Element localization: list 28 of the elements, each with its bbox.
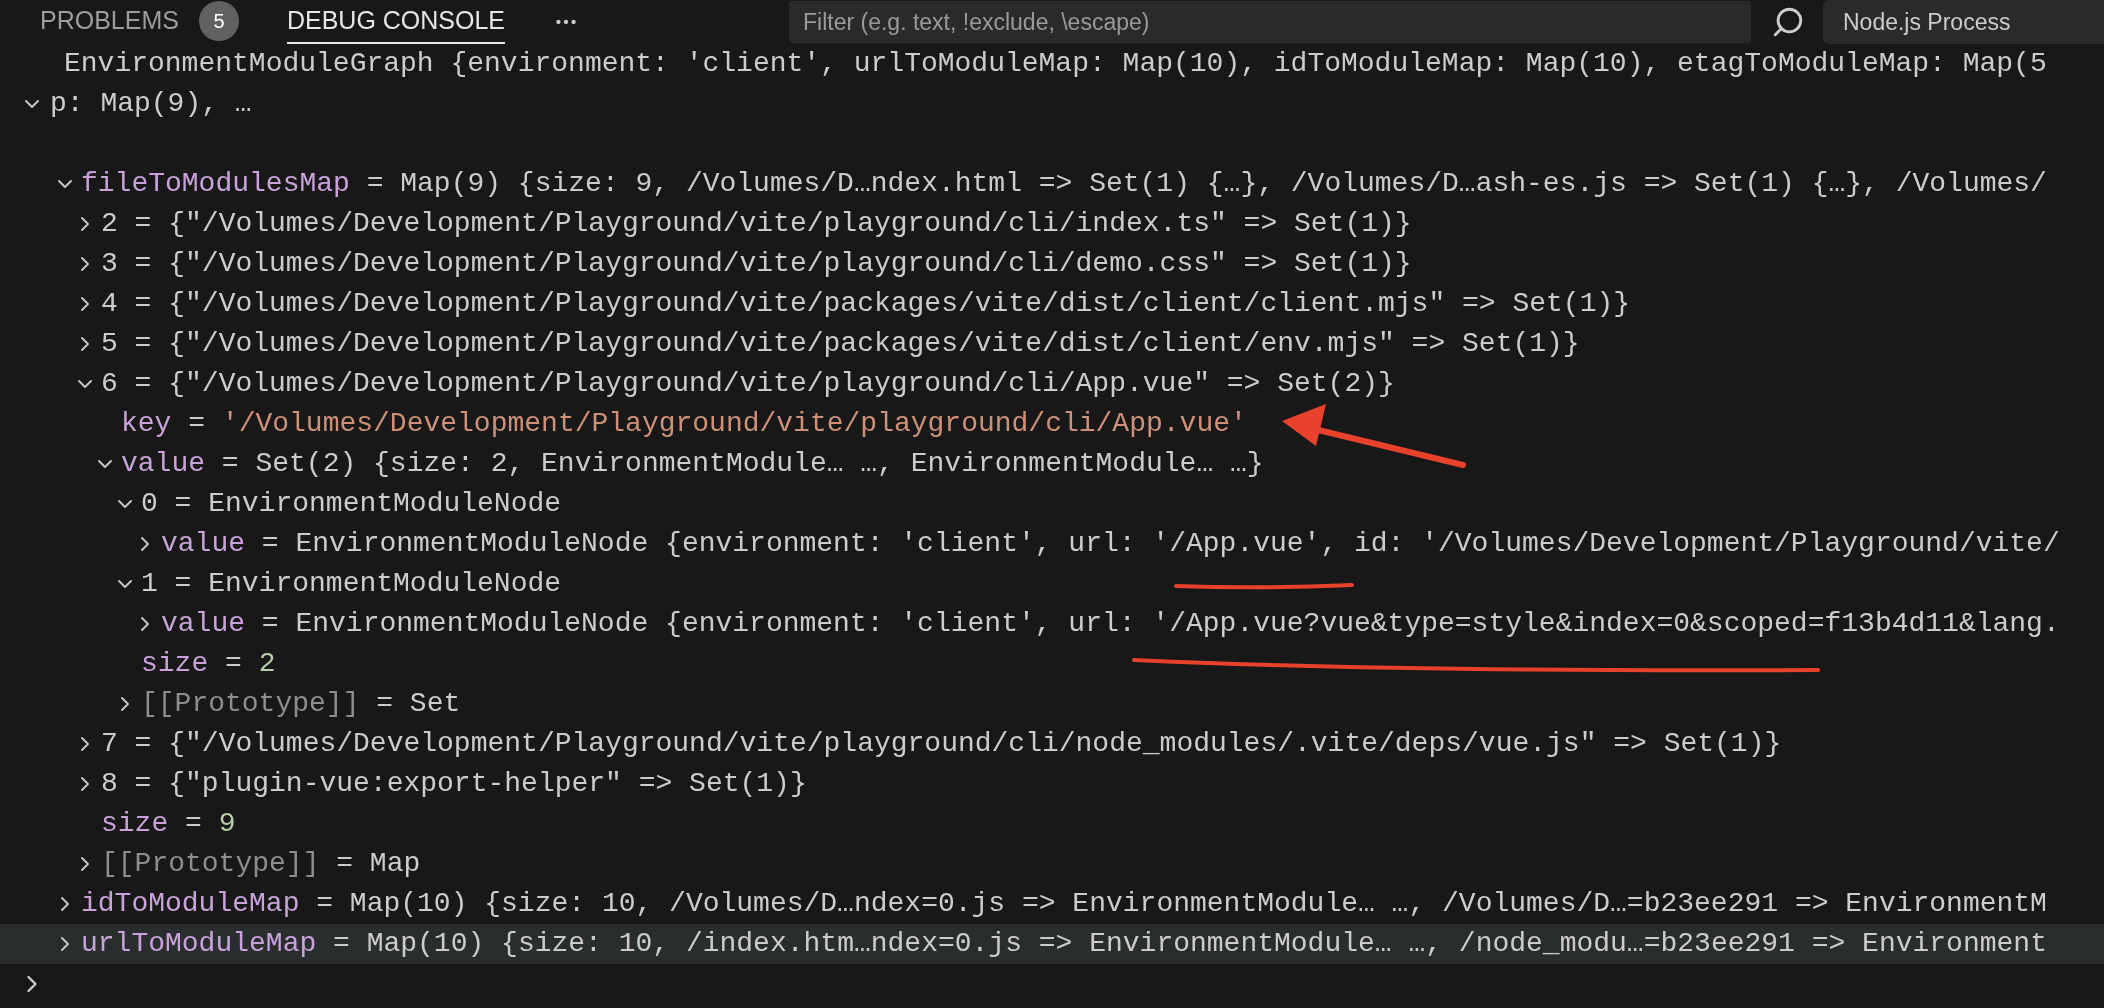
tree-item[interactable]: urlToModuleMap = Map(10) {size: 10, /index.htm…ndex=0.js => EnvironmentModule… …, /node_modu…=b23ee291 => Environment — [0, 924, 2104, 964]
tree-item[interactable]: fileToModulesMap = Map(9) {size: 9, /Volumes/D…ndex.html => Set(1) {…}, /Volumes/D…ash-es.js => Set(1) {…}, /Volumes/ — [0, 164, 2104, 204]
tree-item[interactable]: 0 = EnvironmentModuleNode — [0, 484, 2104, 524]
tree-item[interactable]: idToModuleMap = Map(10) {size: 10, /Volumes/D…ndex=0.js => EnvironmentModule… …, /Volumes/D…=b23ee291 => EnvironmentM — [0, 884, 2104, 924]
count-badge: 5 — [198, 1, 239, 41]
tree-item[interactable]: 8 = {"plugin-vue:export-helper" => Set(1)} — [0, 764, 2104, 804]
process-select[interactable]: Node.js Process — [1823, 0, 2104, 44]
tree-item[interactable]: value = EnvironmentModuleNode {environment: 'client', url: '/App.vue?vue&type=style&index=0&scoped=f13b4d11&lang. — [0, 604, 2104, 644]
panel-tab[interactable]: DEBUG CONSOLE — [286, 0, 506, 44]
log-line: EnvironmentModuleGraph {environment: 'client', urlToModuleMap: Map(10), idToModuleMap: Map(10), etagToModuleMap: Map(5 — [63, 47, 2048, 81]
tree-item[interactable]: 1 = EnvironmentModuleNode — [0, 564, 2104, 604]
panel-tab[interactable]: PROBLEMS 5 — [40, 0, 239, 44]
tree-item[interactable]: value = EnvironmentModuleNode {environment: 'client', url: '/App.vue', id: '/Volumes/Development/Playground/vite/ — [0, 524, 2104, 564]
filter-field[interactable]: Filter (e.g. text, !exclude, \escape) — [789, 1, 1751, 43]
tree-item[interactable]: p: Map(9), … — [0, 84, 2104, 124]
tree-item[interactable]: 7 = {"/Volumes/Development/Playground/vite/playground/cli/node_modules/.vite/deps/vue.js" => Set(1)} — [0, 724, 2104, 764]
tree-item[interactable]: [[Prototype]] = Set — [0, 684, 2104, 724]
tree-item[interactable]: 6 = {"/Volumes/Development/Playground/vite/playground/cli/App.vue" => Set(2)} — [0, 364, 2104, 404]
tree-item[interactable]: size = 2 — [0, 644, 2104, 684]
tree-item[interactable]: size = 9 — [0, 804, 2104, 844]
tree-item[interactable]: [[Prototype]] = Map — [0, 844, 2104, 884]
tree-item[interactable]: 5 = {"/Volumes/Development/Playground/vite/packages/vite/dist/client/env.mjs" => Set(1)} — [0, 324, 2104, 364]
tree-item[interactable]: value = Set(2) {size: 2, EnvironmentModule… …, EnvironmentModule… …} — [0, 444, 2104, 484]
tree-item[interactable]: 3 = {"/Volumes/Development/Playground/vite/playground/cli/demo.css" => Set(1)} — [0, 244, 2104, 284]
tree-item[interactable]: key = '/Volumes/Development/Playground/vite/playground/cli/App.vue' — [0, 404, 2104, 444]
tree-item[interactable]: 4 = {"/Volumes/Development/Playground/vite/packages/vite/dist/client/client.mjs" => Set(1)} — [0, 284, 2104, 324]
search-icon[interactable] — [1771, 5, 1805, 39]
tree-item[interactable]: 2 = {"/Volumes/Development/Playground/vite/playground/cli/index.ts" => Set(1)} — [0, 204, 2104, 244]
